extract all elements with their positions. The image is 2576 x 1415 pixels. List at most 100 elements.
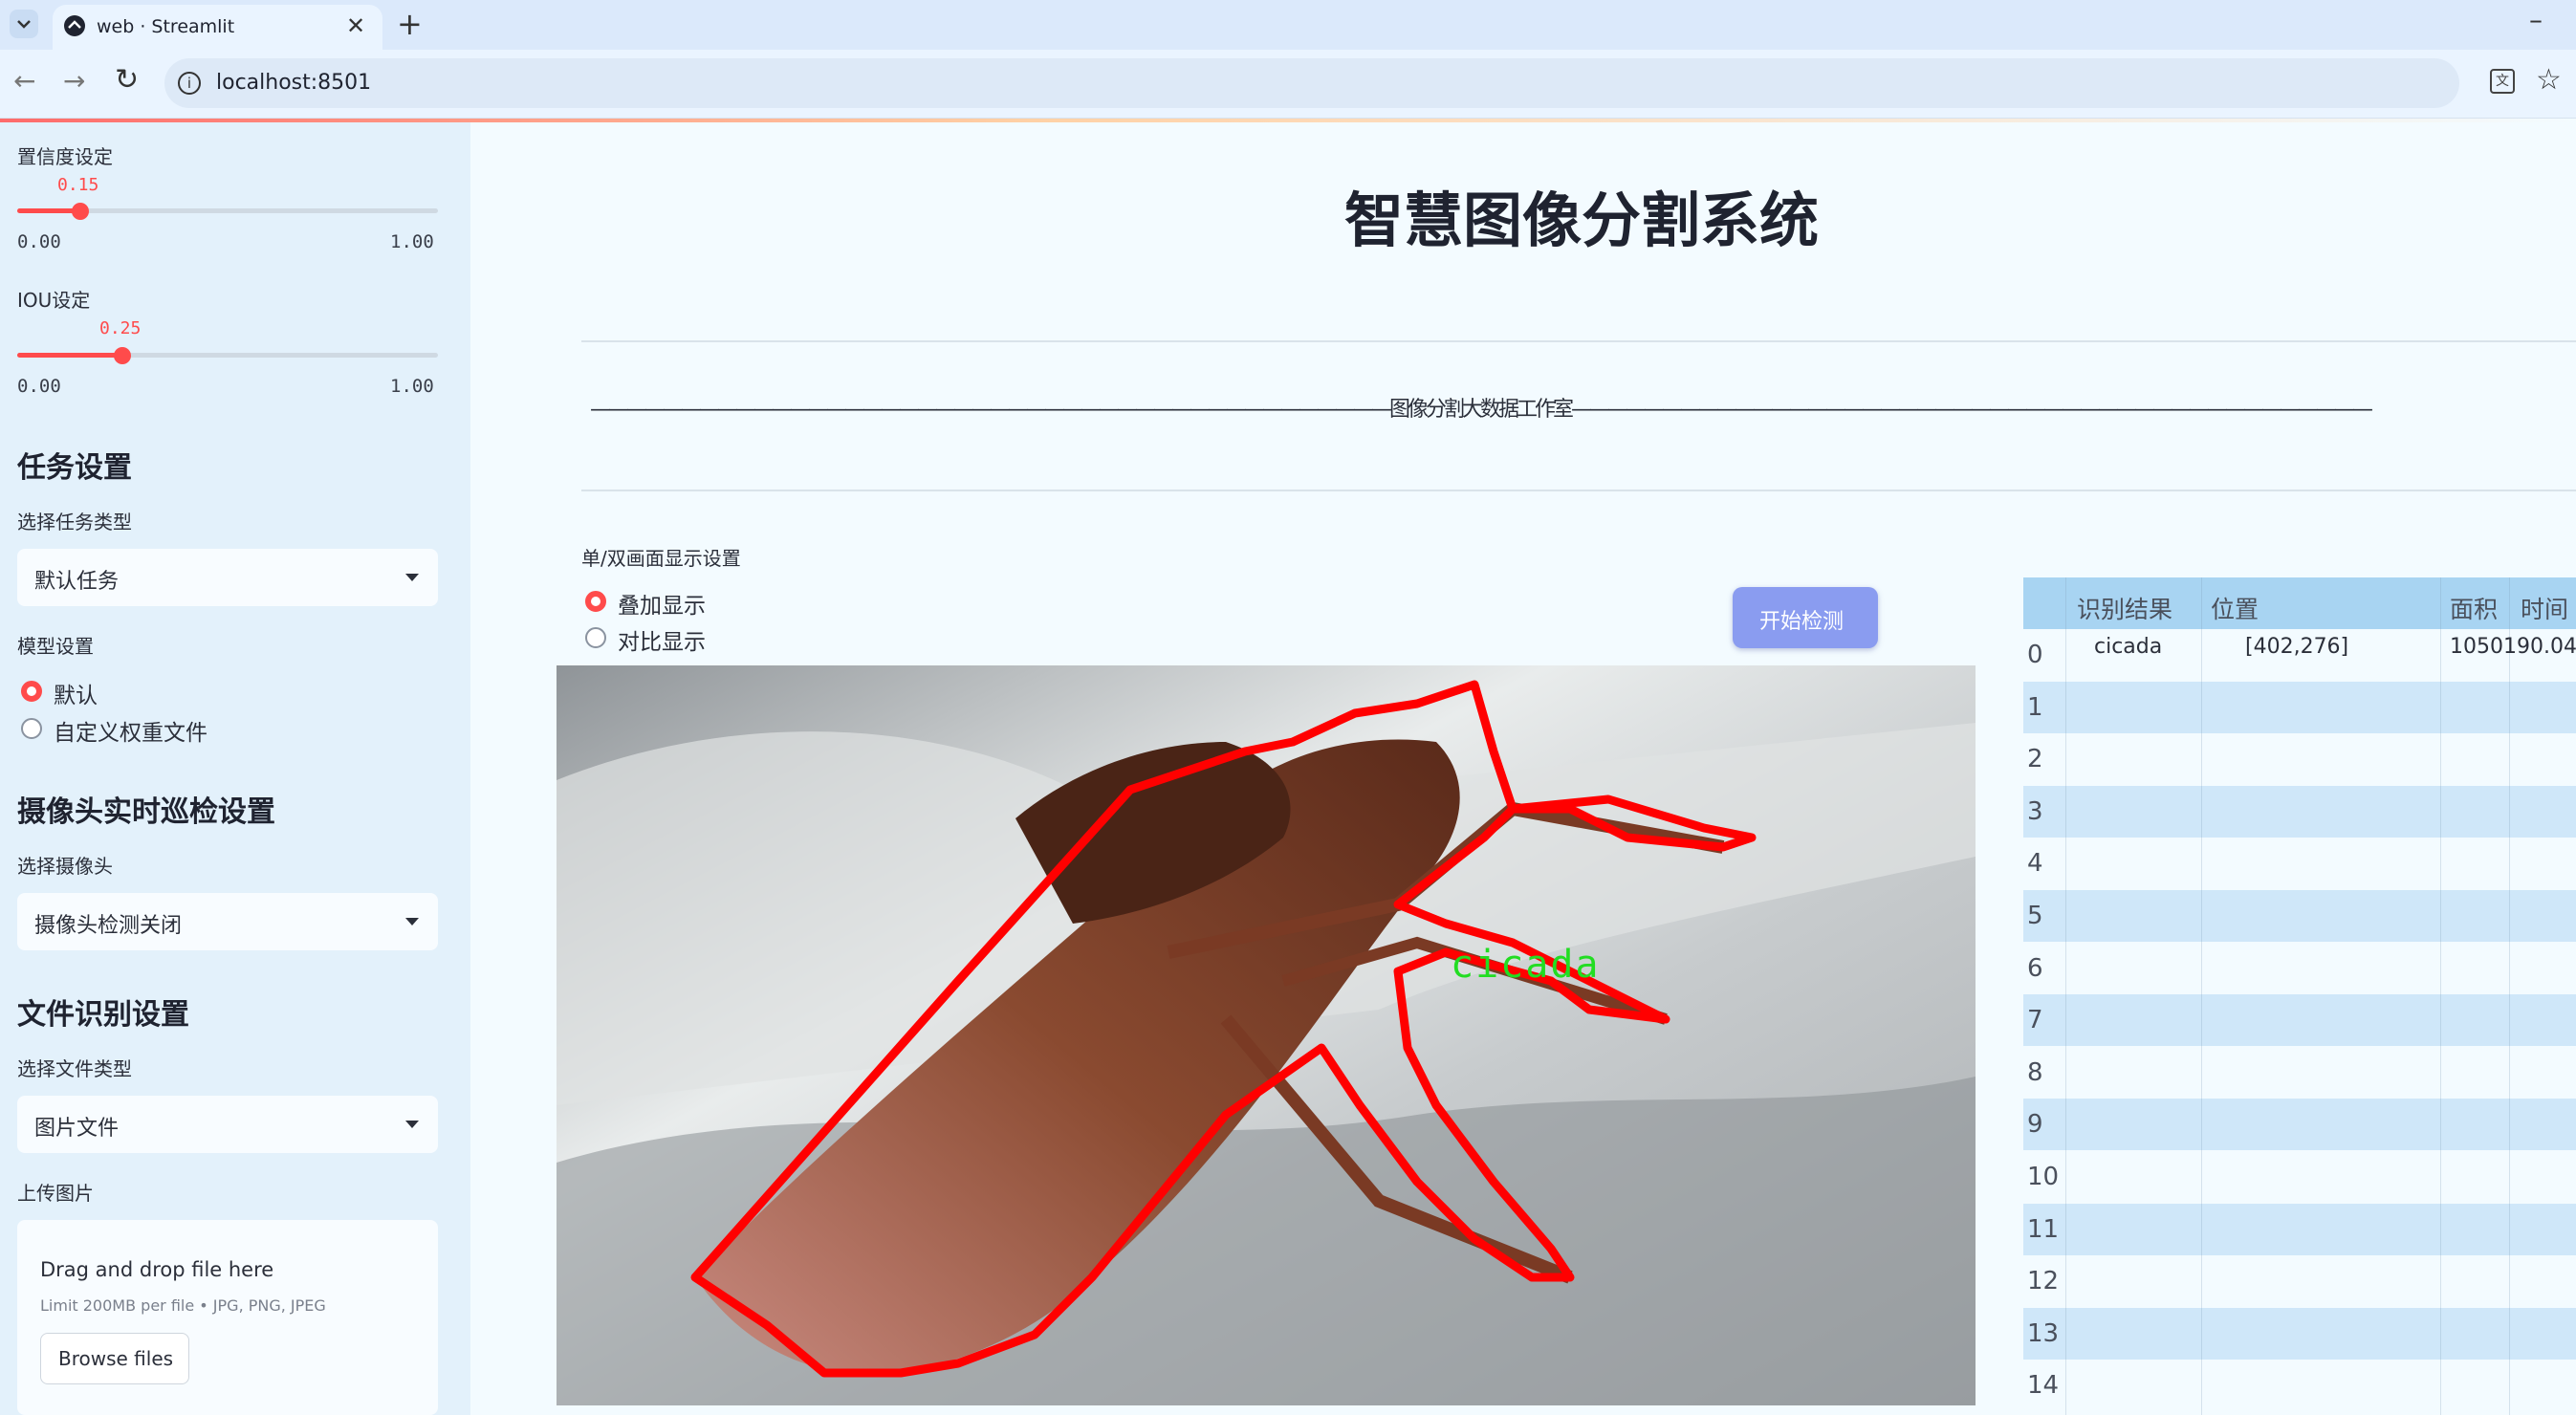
header-area[interactable]: 面积 [2450, 591, 2498, 625]
row0-area[interactable]: 1050190.04 [2450, 635, 2576, 659]
row-index: 0 [2027, 641, 2043, 669]
dropzone-text: Drag and drop file here [40, 1258, 274, 1281]
table-row[interactable] [2023, 943, 2576, 994]
display-radio-overlay[interactable] [585, 591, 606, 612]
page-title: 智慧图像分割系统 [1344, 185, 1820, 255]
column-divider [2440, 577, 2441, 1415]
table-row[interactable] [2023, 1047, 2576, 1099]
table-row[interactable] [2023, 1308, 2576, 1360]
confidence-slider-thumb[interactable] [72, 203, 89, 220]
display-mode-label: 单/双画面显示设置 [581, 547, 741, 570]
address-bar[interactable]: i localhost:8501 [164, 58, 2459, 108]
browser-toolbar: ← → ↻ i localhost:8501 文 ☆ [0, 50, 2576, 119]
table-row[interactable] [2023, 786, 2576, 838]
bookmark-star-icon[interactable]: ☆ [2536, 63, 2562, 97]
minimize-icon[interactable]: – [2529, 4, 2543, 35]
row-index: 11 [2027, 1215, 2060, 1244]
segmentation-overlay [557, 665, 1976, 1405]
model-settings-label: 模型设置 [17, 635, 94, 658]
display-radio-compare[interactable] [585, 627, 606, 648]
row0-position[interactable]: [402,276] [2245, 635, 2348, 659]
divider [581, 340, 2576, 342]
table-row[interactable] [2023, 838, 2576, 889]
forward-icon[interactable]: → [63, 65, 85, 97]
row-index: 13 [2027, 1319, 2060, 1348]
browser-tab-bar: web · Streamlit ✕ + – [0, 0, 2576, 50]
model-option-custom[interactable]: 自定义权重文件 [54, 714, 207, 747]
row-index: 1 [2027, 693, 2043, 722]
row0-result[interactable]: cicada [2094, 635, 2162, 659]
translate-icon[interactable]: 文 [2490, 69, 2515, 94]
row-index: 8 [2027, 1058, 2043, 1087]
header-time[interactable]: 时间 [2521, 591, 2568, 625]
row-index: 6 [2027, 954, 2043, 983]
tab-list-chevron-icon[interactable] [10, 10, 38, 38]
divider [581, 490, 2576, 491]
iou-slider-fill [17, 353, 122, 358]
column-divider [2509, 577, 2510, 1415]
table-row[interactable] [2023, 890, 2576, 942]
file-settings-header: 文件识别设置 [17, 998, 189, 1032]
task-type-value: 默认任务 [34, 570, 120, 594]
file-type-label: 选择文件类型 [17, 1057, 132, 1080]
table-row[interactable] [2023, 1099, 2576, 1150]
camera-label: 选择摄像头 [17, 855, 113, 878]
table-row[interactable] [2023, 1151, 2576, 1203]
file-type-select[interactable]: 图片文件 [17, 1096, 438, 1153]
back-icon[interactable]: ← [13, 65, 35, 97]
start-detection-button[interactable]: 开始检测 [1733, 587, 1878, 648]
upload-label: 上传图片 [17, 1182, 94, 1205]
camera-select[interactable]: 摄像头检测关闭 [17, 893, 438, 950]
url-text[interactable]: localhost:8501 [216, 71, 371, 95]
confidence-value: 0.15 [57, 175, 99, 195]
task-type-select[interactable]: 默认任务 [17, 549, 438, 606]
streamlit-favicon-icon [64, 15, 85, 36]
chevron-down-icon [405, 574, 419, 581]
row-index: 2 [2027, 745, 2043, 773]
site-info-icon[interactable]: i [178, 72, 201, 95]
table-row[interactable] [2023, 1204, 2576, 1255]
tab-title: web · Streamlit [97, 16, 235, 37]
header-position[interactable]: 位置 [2211, 591, 2259, 625]
detection-label: cicada [1451, 943, 1601, 987]
row-index: 9 [2027, 1110, 2043, 1139]
browse-files-label: Browse files [58, 1347, 174, 1370]
start-detection-label: 开始检测 [1759, 610, 1845, 634]
dropzone-limit: Limit 200MB per file • JPG, PNG, JPEG [40, 1296, 326, 1315]
iou-min: 0.00 [17, 376, 61, 397]
table-row[interactable] [2023, 1255, 2576, 1307]
browse-files-button[interactable]: Browse files [40, 1333, 189, 1384]
row-index: 5 [2027, 902, 2043, 930]
column-divider [2201, 577, 2202, 1415]
confidence-label: 置信度设定 [17, 145, 113, 168]
header-result[interactable]: 识别结果 [2077, 591, 2172, 625]
row-index: 4 [2027, 849, 2043, 878]
reload-icon[interactable]: ↻ [115, 63, 139, 97]
table-row[interactable] [2023, 994, 2576, 1046]
row-index: 10 [2027, 1163, 2060, 1191]
table-row[interactable] [2023, 682, 2576, 733]
file-dropzone[interactable]: Drag and drop file here Limit 200MB per … [17, 1220, 438, 1415]
table-row[interactable] [2023, 1360, 2576, 1411]
model-option-default[interactable]: 默认 [54, 677, 98, 709]
row-index: 3 [2027, 797, 2043, 826]
tab-close-icon[interactable]: ✕ [346, 12, 365, 39]
display-option-overlay[interactable]: 叠加显示 [618, 587, 706, 620]
result-image: cicada [557, 665, 1976, 1405]
row-index: 7 [2027, 1006, 2043, 1034]
camera-value: 摄像头检测关闭 [34, 914, 183, 938]
sidebar: 置信度设定 0.15 0.00 1.00 IOU设定 0.25 0.00 1.0… [0, 122, 470, 1415]
chevron-down-icon [405, 1121, 419, 1128]
model-radio-custom[interactable] [21, 718, 42, 739]
task-type-label: 选择任务类型 [17, 511, 132, 533]
table-row[interactable] [2023, 733, 2576, 785]
model-radio-default[interactable] [21, 681, 42, 702]
row-index: 14 [2027, 1371, 2060, 1400]
page: web · Streamlit ✕ + – ← → ↻ i localhost:… [0, 0, 2576, 1415]
display-option-compare[interactable]: 对比显示 [618, 623, 706, 656]
iou-slider-thumb[interactable] [114, 347, 131, 364]
studio-line: ————————————————————————————————————————… [589, 398, 2373, 421]
new-tab-icon[interactable]: + [397, 6, 423, 42]
browser-tab[interactable]: web · Streamlit ✕ [53, 5, 382, 50]
iou-max: 1.00 [390, 376, 434, 397]
